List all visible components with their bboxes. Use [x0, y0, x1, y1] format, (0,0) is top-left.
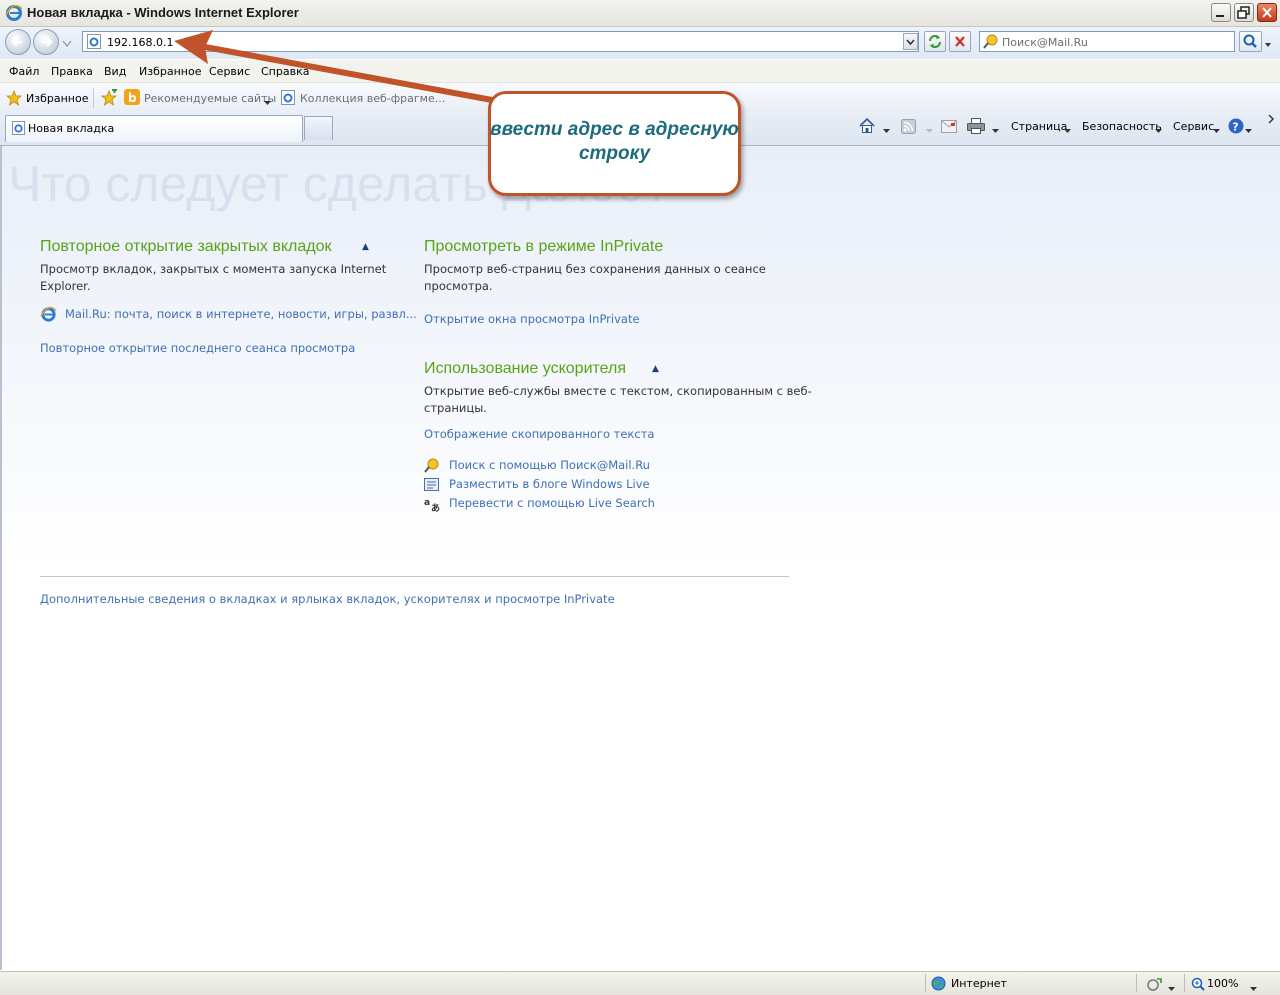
- status-divider: [1136, 974, 1137, 992]
- open-inprivate-link[interactable]: Открытие окна просмотра InPrivate: [424, 312, 640, 326]
- status-divider: [1184, 974, 1185, 992]
- section-divider: [40, 576, 789, 577]
- reopen-last-session-link[interactable]: Повторное открытие последнего сеанса про…: [40, 341, 355, 355]
- zoom-level[interactable]: 100%: [1207, 977, 1238, 990]
- status-divider: [925, 974, 926, 992]
- annotation-callout-text: ввести адрес в адресную строку: [490, 119, 739, 164]
- status-bar: [0, 971, 1280, 995]
- translate-icon: aあ: [424, 496, 440, 515]
- protected-mode-icon[interactable]: [1146, 977, 1164, 994]
- accelerator-translate-link[interactable]: Перевести с помощью Live Search: [449, 496, 655, 510]
- zoom-icon[interactable]: [1191, 977, 1205, 994]
- svg-text:あ: あ: [431, 503, 440, 512]
- accelerator-search-link[interactable]: Поиск с помощью Поиск@Mail.Ru: [449, 458, 650, 472]
- reopen-tabs-title: Повторное открытие закрытых вкладок: [40, 238, 332, 255]
- mailru-ie-icon: [40, 306, 57, 326]
- more-info-link[interactable]: Дополнительные сведения о вкладках и ярл…: [40, 592, 615, 606]
- accelerators-title: Использование ускорителя: [424, 360, 627, 377]
- inprivate-description: Просмотр веб-страниц без сохранения данн…: [424, 262, 766, 293]
- reopen-tabs-collapse-icon[interactable]: ▲: [362, 242, 369, 252]
- inprivate-title: Просмотреть в режиме InPrivate: [424, 238, 664, 255]
- accelerators-collapse-icon[interactable]: ▲: [652, 364, 659, 374]
- reopen-tabs-description: Просмотр вкладок, закрытых с момента зап…: [40, 262, 387, 293]
- security-zone-label: Интернет: [951, 977, 1007, 990]
- mailru-search-accelerator-icon: [424, 458, 440, 477]
- accelerator-blog-link[interactable]: Разместить в блоге Windows Live: [449, 477, 650, 491]
- show-copied-text-link[interactable]: Отображение скопированного текста: [424, 427, 654, 441]
- zoom-dropdown-icon[interactable]: [1250, 982, 1257, 995]
- internet-zone-globe-icon: [931, 976, 946, 994]
- closed-tab-link[interactable]: Mail.Ru: почта, поиск в интернете, новос…: [65, 307, 417, 321]
- windows-live-blog-icon: [424, 477, 440, 496]
- protected-mode-dropdown-icon[interactable]: [1168, 982, 1175, 995]
- svg-text:a: a: [424, 498, 430, 508]
- accelerators-description: Открытие веб-службы вместе с текстом, ск…: [424, 384, 812, 415]
